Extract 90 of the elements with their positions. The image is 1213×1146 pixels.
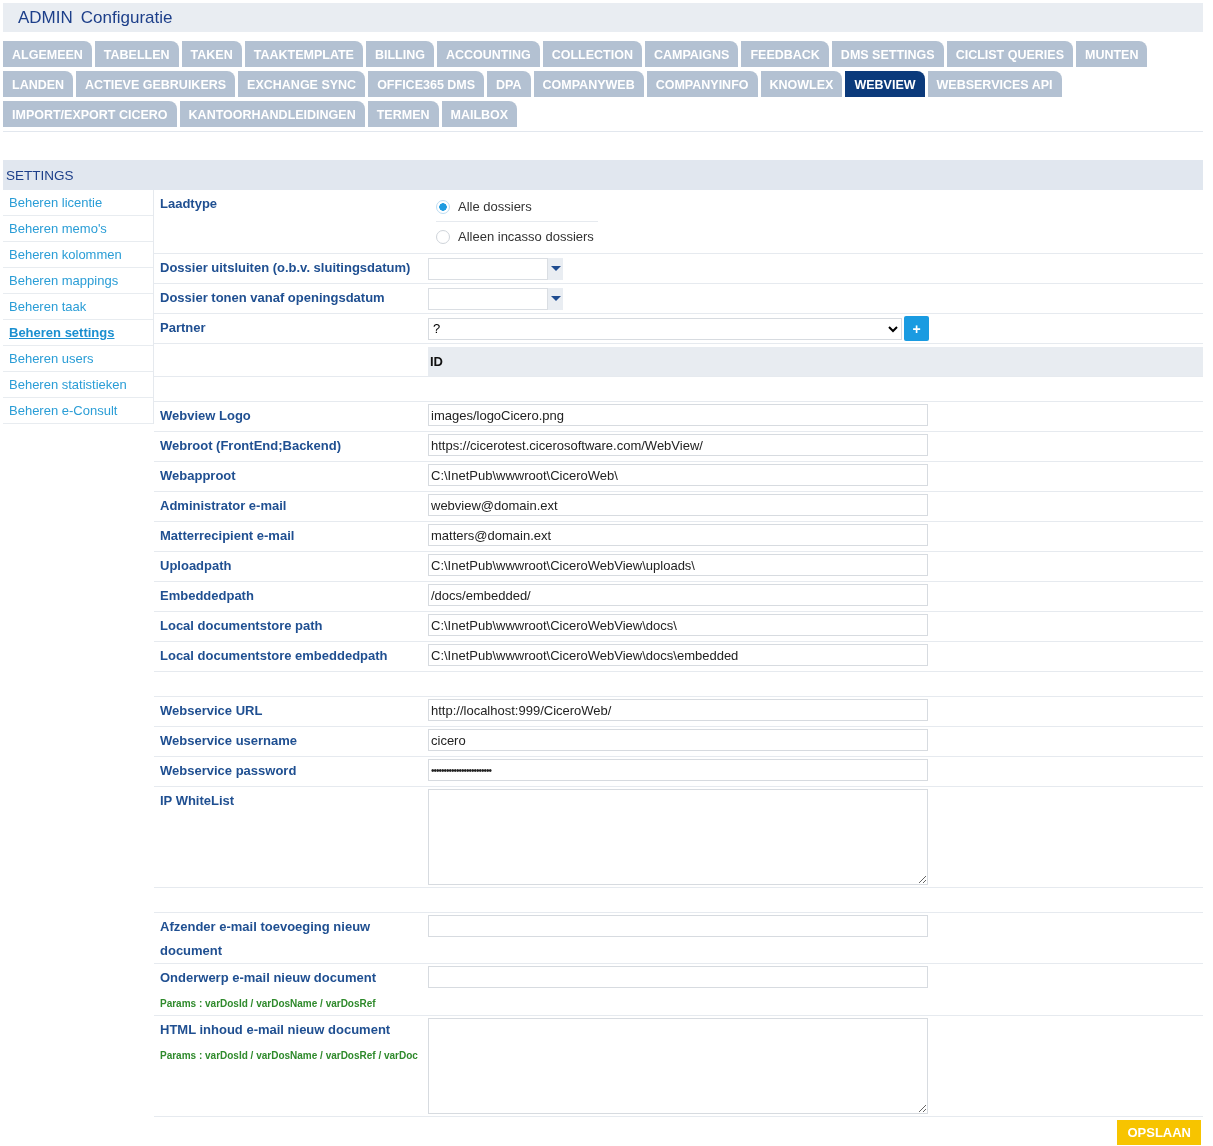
sidebar-link[interactable]: Beheren taak — [3, 294, 153, 320]
field-label: Dossier uitsluiten (o.b.v. sluitingsdatum) — [160, 259, 412, 277]
text-field[interactable]: C:\InetPub\wwwroot\CiceroWebView\docs\embedded — [428, 644, 928, 666]
text-field[interactable]: webview@domain.ext — [428, 494, 928, 516]
field-label: Webservice password — [160, 762, 298, 780]
tab[interactable]: WEBVIEW — [845, 71, 925, 97]
page-title: Configuratie — [80, 7, 173, 28]
field-label: Webview Logo — [160, 407, 252, 425]
tab[interactable]: LANDEN — [3, 71, 74, 97]
sidebar-link[interactable]: Beheren statistieken — [3, 372, 153, 398]
tab[interactable]: CAMPAIGNS — [644, 41, 739, 67]
tab[interactable]: TAAKTEMPLATE — [244, 41, 363, 67]
tab[interactable]: KNOWLEX — [760, 71, 843, 97]
text-field[interactable]: C:\InetPub\wwwroot\CiceroWebView\uploads\ — [428, 554, 928, 576]
settings-header: SETTINGS — [3, 160, 1203, 190]
sidebar-link[interactable]: Beheren mappings — [3, 268, 153, 294]
save-button[interactable]: OPSLAAN — [1117, 1119, 1201, 1145]
sidebar-link[interactable]: Beheren settings — [3, 320, 153, 346]
tab[interactable]: DPA — [487, 71, 531, 97]
field-label: Afzender e-mail toevoeging nieuw document — [160, 918, 372, 960]
field-label: Laadtype — [160, 195, 219, 213]
tab[interactable]: MUNTEN — [1075, 41, 1148, 67]
radio-option[interactable]: Alleen incasso dossiers — [436, 222, 598, 251]
field-label: Webapproot — [160, 467, 237, 485]
tab[interactable]: KANTOORHANDLEIDINGEN — [179, 101, 365, 127]
tab[interactable]: COMPANYWEB — [533, 71, 644, 97]
field-label: Matterrecipient e-mail — [160, 527, 296, 545]
field-label: HTML inhoud e-mail nieuw document — [160, 1021, 392, 1039]
field-label: Webservice URL — [160, 702, 264, 720]
caret-icon — [550, 266, 561, 271]
field-label: Onderwerp e-mail nieuw document — [160, 969, 377, 987]
tab[interactable]: ACTIEVE GEBRUIKERS — [76, 71, 236, 97]
radio-icon[interactable] — [436, 199, 450, 214]
sidebar-link[interactable]: Beheren memo's — [3, 216, 153, 242]
tab[interactable]: EXCHANGE SYNC — [238, 71, 366, 97]
tab[interactable]: TAKEN — [181, 41, 242, 67]
tab[interactable]: MAILBOX — [441, 101, 518, 127]
add-button[interactable]: + — [904, 316, 929, 341]
tab[interactable]: TABELLEN — [94, 41, 179, 67]
tab[interactable]: TERMEN — [367, 101, 439, 127]
tab[interactable]: WEBSERVICES API — [927, 71, 1062, 97]
field-label: Webroot (FrontEnd;Backend) — [160, 437, 343, 455]
tab[interactable]: CICLIST QUERIES — [946, 41, 1073, 67]
dropdown-button[interactable] — [548, 287, 563, 310]
sidebar-link[interactable]: Beheren users — [3, 346, 153, 372]
field-label: Administrator e-mail — [160, 497, 288, 515]
field-label: Embeddedpath — [160, 587, 255, 605]
tab[interactable]: ALGEMEEN — [3, 41, 92, 67]
radio-icon[interactable] — [436, 229, 450, 244]
caret-icon — [550, 296, 561, 301]
tab[interactable]: OFFICE365 DMS — [368, 71, 485, 97]
tab[interactable]: ACCOUNTING — [436, 41, 540, 67]
text-field[interactable]: C:\InetPub\wwwroot\CiceroWebView\docs\ — [428, 614, 928, 636]
partner-select[interactable]: ? — [428, 317, 902, 340]
field-label: Local documentstore path — [160, 617, 324, 635]
tab[interactable]: FEEDBACK — [741, 41, 829, 67]
params-note: Params : varDosId / varDosName / varDosRef / varDoc — [160, 1050, 419, 1061]
field-label: Local documentstore embeddedpath — [160, 647, 389, 665]
text-field[interactable]: images/logoCicero.png — [428, 404, 928, 426]
date-field[interactable] — [428, 287, 548, 310]
text-field[interactable]: http://localhost:999/CiceroWeb/ — [428, 699, 928, 721]
field-label: Dossier tonen vanaf openingsdatum — [160, 289, 386, 307]
text-field[interactable]: cicero — [428, 729, 928, 751]
field-label: Partner — [160, 319, 207, 337]
field-label: Webservice username — [160, 732, 299, 750]
tab[interactable]: DMS SETTINGS — [831, 41, 944, 67]
text-area[interactable] — [428, 789, 928, 885]
section-title: ADMIN — [18, 7, 73, 28]
text-field[interactable] — [428, 966, 928, 988]
sidebar-link[interactable]: Beheren licentie — [3, 190, 153, 216]
text-field[interactable]: C:\InetPub\wwwroot\CiceroWeb\ — [428, 464, 928, 486]
text-area[interactable] — [428, 1018, 928, 1114]
dropdown-button[interactable] — [548, 257, 563, 280]
column-header: ID — [428, 347, 1203, 376]
tab[interactable]: IMPORT/EXPORT CICERO — [3, 101, 177, 127]
field-label: IP WhiteList — [160, 792, 236, 810]
sidebar-link[interactable]: Beheren e-Consult — [3, 398, 153, 424]
tab[interactable]: BILLING — [365, 41, 434, 67]
date-field[interactable] — [428, 257, 548, 280]
text-field[interactable]: https://cicerotest.cicerosoftware.com/WebView/ — [428, 434, 928, 456]
text-field[interactable] — [428, 915, 928, 937]
password-field[interactable]: •••••••••••••••••••••••• — [428, 759, 928, 781]
field-label: Uploadpath — [160, 557, 233, 575]
params-note: Params : varDosId / varDosName / varDosRef — [160, 998, 377, 1009]
radio-option[interactable]: Alle dossiers — [436, 192, 598, 222]
tab[interactable]: COLLECTION — [542, 41, 642, 67]
text-field[interactable]: /docs/embedded/ — [428, 584, 928, 606]
tab[interactable]: COMPANYINFO — [646, 71, 758, 97]
text-field[interactable]: matters@domain.ext — [428, 524, 928, 546]
sidebar-link[interactable]: Beheren kolommen — [3, 242, 153, 268]
